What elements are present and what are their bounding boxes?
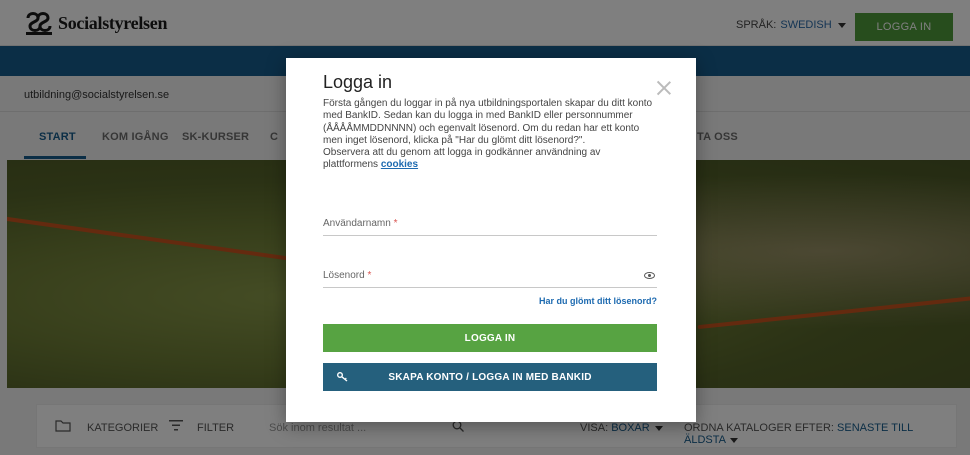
forgot-password-link[interactable]: Har du glömt ditt lösenord? [539, 296, 657, 306]
required-mark: * [393, 218, 398, 229]
cookies-link[interactable]: cookies [381, 159, 418, 170]
close-icon[interactable] [656, 80, 672, 96]
modal-description: Första gången du loggar in på nya utbild… [323, 98, 653, 172]
login-modal: Logga in Första gången du loggar in på n… [286, 58, 696, 422]
modal-info-text: Första gången du loggar in på nya utbild… [323, 98, 653, 146]
password-label: Lösenord * [323, 270, 371, 281]
modal-title: Logga in [323, 72, 393, 92]
username-label: Användarnamn * [323, 218, 398, 229]
key-icon [337, 372, 348, 382]
cookie-notice-text: Observera att du genom att logga in godk… [323, 147, 601, 171]
modal-cookie-notice: Observera att du genom att logga in godk… [323, 147, 653, 172]
bankid-button-label: SKAPA KONTO / LOGGA IN MED BANKID [388, 371, 592, 383]
show-password-eye-icon[interactable] [644, 272, 655, 279]
username-label-text: Användarnamn [323, 218, 391, 229]
login-button[interactable]: LOGGA IN [323, 324, 657, 352]
required-mark: * [367, 270, 372, 281]
password-field[interactable]: Lösenord * [323, 266, 657, 288]
username-field[interactable]: Användarnamn * [323, 214, 657, 236]
password-label-text: Lösenord [323, 270, 365, 281]
bankid-button[interactable]: SKAPA KONTO / LOGGA IN MED BANKID [323, 363, 657, 391]
